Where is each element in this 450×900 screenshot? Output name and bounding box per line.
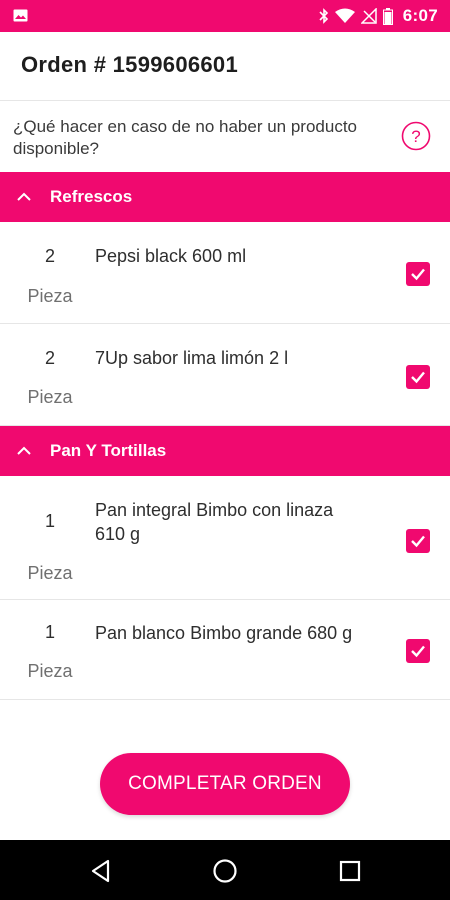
item-checkbox[interactable] — [406, 262, 430, 286]
list-item: 1 Pieza Pan blanco Bimbo grande 680 g — [0, 600, 450, 700]
item-unit: Pieza — [27, 661, 73, 681]
item-name: 7Up sabor lima limón 2 l — [95, 348, 289, 368]
battery-icon — [382, 7, 393, 25]
category-label: Refrescos — [50, 187, 133, 206]
list-item: 2 Pieza 7Up sabor lima limón 2 l — [0, 324, 450, 426]
bluetooth-icon — [319, 8, 329, 24]
check-icon — [411, 371, 425, 384]
check-icon — [411, 645, 425, 658]
recents-icon[interactable] — [337, 858, 363, 884]
category-header-refrescos[interactable]: Refrescos — [0, 172, 450, 222]
list-item: 2 Pieza Pepsi black 600 ml — [0, 222, 450, 324]
category-header-pan-y-tortillas[interactable]: Pan Y Tortillas — [0, 426, 450, 476]
back-icon[interactable] — [88, 858, 114, 884]
svg-text:?: ? — [411, 127, 420, 146]
chevron-up-icon — [17, 446, 31, 455]
item-checkbox[interactable] — [406, 639, 430, 663]
category-label: Pan Y Tortillas — [50, 441, 167, 460]
item-unit: Pieza — [27, 387, 73, 407]
item-name: Pepsi black 600 ml — [95, 246, 247, 266]
home-icon[interactable] — [212, 858, 238, 884]
item-quantity: 1 — [44, 511, 55, 531]
navigation-bar — [0, 840, 450, 900]
help-circle-icon[interactable]: ? — [401, 121, 431, 151]
item-unit: Pieza — [27, 286, 73, 306]
chevron-up-icon — [17, 192, 31, 201]
question-text: ¿Qué hacer en caso de no haber un produc… — [13, 117, 358, 158]
wifi-icon — [334, 8, 355, 24]
image-icon — [13, 9, 28, 22]
check-icon — [411, 535, 425, 548]
item-quantity: 1 — [44, 622, 55, 642]
page-title: Orden # 1599606601 — [21, 52, 238, 77]
check-icon — [411, 268, 425, 281]
order-screen: 6:07 Orden # 1599606601 ¿Qué hacer en ca… — [0, 0, 450, 900]
complete-order-button[interactable]: COMPLETAR ORDEN — [100, 753, 350, 815]
item-checkbox[interactable] — [406, 365, 430, 389]
signal-icon — [360, 8, 377, 24]
item-name: Pan blanco Bimbo grande 680 g — [95, 623, 353, 643]
item-quantity: 2 — [44, 348, 55, 368]
status-bar: 6:07 — [0, 0, 450, 32]
item-unit: Pieza — [27, 563, 73, 583]
unavailable-product-question[interactable]: ¿Qué hacer en caso de no haber un produc… — [0, 101, 450, 172]
app-header: Orden # 1599606601 — [0, 32, 450, 101]
item-name: Pan integral Bimbo con linaza 610 g — [95, 500, 334, 544]
list-item: 1 Pieza Pan integral Bimbo con linaza 61… — [0, 476, 450, 600]
item-checkbox[interactable] — [406, 529, 430, 553]
clock: 6:07 — [402, 6, 438, 25]
item-quantity: 2 — [44, 246, 55, 266]
